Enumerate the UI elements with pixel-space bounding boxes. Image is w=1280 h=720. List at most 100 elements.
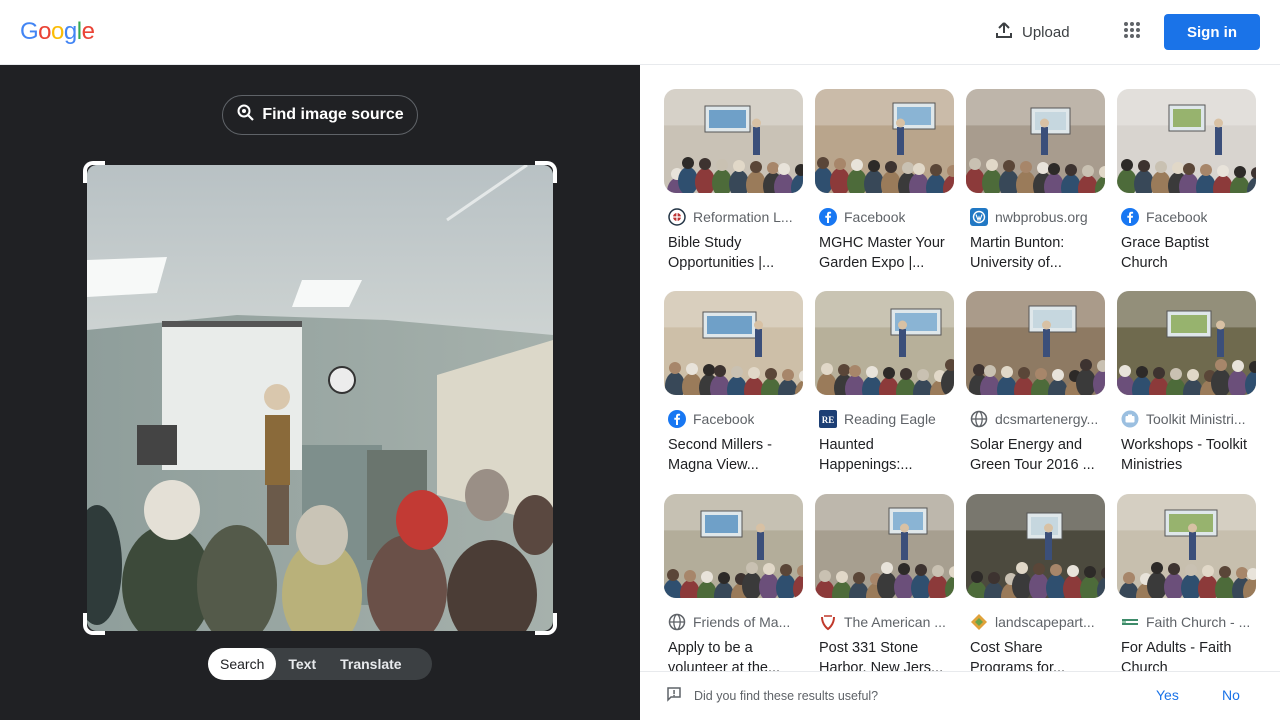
result-card[interactable]: Friends of Ma... Apply to be a volunteer … bbox=[664, 494, 803, 678]
sign-in-button[interactable]: Sign in bbox=[1164, 14, 1260, 50]
svg-text:RE: RE bbox=[822, 415, 835, 425]
facebook-icon bbox=[668, 410, 686, 428]
feedback-bar: Did you find these results useful? Yes N… bbox=[640, 671, 1280, 720]
result-thumbnail[interactable] bbox=[966, 89, 1105, 193]
result-source: Faith Church - ... bbox=[1117, 612, 1256, 632]
result-title[interactable]: Bible Study Opportunities |... bbox=[664, 233, 803, 273]
facebook-icon bbox=[819, 208, 837, 226]
result-card[interactable]: dcsmartenergy... Solar Energy and Green T… bbox=[966, 291, 1105, 475]
globe-icon bbox=[668, 613, 686, 631]
wordpress-icon bbox=[970, 208, 988, 226]
result-thumbnail[interactable] bbox=[815, 494, 954, 598]
lens-search-icon bbox=[236, 103, 256, 128]
result-thumbnail[interactable] bbox=[1117, 494, 1256, 598]
upload-icon bbox=[994, 20, 1014, 44]
result-card[interactable]: Faith Church - ... For Adults - Faith Chu… bbox=[1117, 494, 1256, 678]
result-source: Toolkit Ministri... bbox=[1117, 409, 1256, 429]
lens-mode-tabs: Search Text Translate bbox=[208, 648, 432, 680]
result-source-name: Friends of Ma... bbox=[693, 614, 791, 630]
logo-letter: G bbox=[20, 18, 39, 45]
result-source-name: Toolkit Ministri... bbox=[1146, 411, 1246, 427]
crop-handle-bottom-right[interactable] bbox=[535, 613, 557, 635]
crop-handle-top-right[interactable] bbox=[535, 161, 557, 183]
upload-label: Upload bbox=[1022, 23, 1070, 41]
result-source-name: Facebook bbox=[1146, 209, 1208, 225]
crop-handle-bottom-left[interactable] bbox=[83, 613, 105, 635]
query-photo bbox=[87, 165, 553, 631]
result-source-name: dcsmartenergy... bbox=[995, 411, 1099, 427]
result-card[interactable]: Facebook MGHC Master Your Garden Expo |..… bbox=[815, 89, 954, 273]
result-source-name: The American ... bbox=[844, 614, 946, 630]
tab-search[interactable]: Search bbox=[208, 648, 277, 680]
result-source-name: nwbprobus.org bbox=[995, 209, 1088, 225]
result-source-name: Reformation L... bbox=[693, 209, 793, 225]
result-thumbnail[interactable] bbox=[1117, 89, 1256, 193]
feedback-question: Did you find these results useful? bbox=[694, 689, 879, 703]
result-source: Facebook bbox=[815, 207, 954, 227]
toolkit-icon bbox=[1121, 410, 1139, 428]
result-source: landscapepart... bbox=[966, 612, 1105, 632]
american-legion-icon bbox=[819, 613, 837, 631]
feedback-icon bbox=[666, 686, 682, 707]
result-card[interactable]: Facebook Second Millers - Magna View... bbox=[664, 291, 803, 475]
crop-handle-top-left[interactable] bbox=[83, 161, 105, 183]
apps-grid-icon bbox=[1123, 21, 1141, 44]
facebook-icon bbox=[1121, 208, 1139, 226]
top-bar: Google Upload Sign in bbox=[0, 0, 1280, 65]
result-source: dcsmartenergy... bbox=[966, 409, 1105, 429]
query-image-pane: Find image source Search Text Translate bbox=[0, 65, 640, 720]
result-thumbnail[interactable] bbox=[1117, 291, 1256, 395]
result-title[interactable]: Solar Energy and Green Tour 2016 ... bbox=[966, 435, 1105, 475]
upload-button[interactable]: Upload bbox=[984, 14, 1080, 50]
logo-letter: o bbox=[38, 18, 52, 45]
crop-selection[interactable] bbox=[83, 161, 557, 635]
result-source: Facebook bbox=[1117, 207, 1256, 227]
visual-matches-pane: Reformation L... Bible Study Opportunitie… bbox=[640, 65, 1280, 720]
tab-translate[interactable]: Translate bbox=[328, 648, 413, 680]
result-source: nwbprobus.org bbox=[966, 207, 1105, 227]
result-card[interactable]: landscapepart... Cost Share Programs for.… bbox=[966, 494, 1105, 678]
result-source: Friends of Ma... bbox=[664, 612, 803, 632]
result-title[interactable]: Workshops - Toolkit Ministries bbox=[1117, 435, 1256, 475]
result-thumbnail[interactable] bbox=[664, 291, 803, 395]
result-thumbnail[interactable] bbox=[664, 494, 803, 598]
result-card[interactable]: Toolkit Ministri... Workshops - Toolkit M… bbox=[1117, 291, 1256, 475]
tab-text[interactable]: Text bbox=[276, 648, 328, 680]
result-title[interactable]: Grace Baptist Church bbox=[1117, 233, 1256, 273]
result-source-name: Facebook bbox=[693, 411, 755, 427]
result-title[interactable]: MGHC Master Your Garden Expo |... bbox=[815, 233, 954, 273]
result-title[interactable]: Martin Bunton: University of... bbox=[966, 233, 1105, 273]
result-source-name: Faith Church - ... bbox=[1146, 614, 1251, 630]
result-source-name: landscapepart... bbox=[995, 614, 1095, 630]
result-thumbnail[interactable] bbox=[815, 89, 954, 193]
result-card[interactable]: Facebook Grace Baptist Church bbox=[1117, 89, 1256, 273]
result-source-name: Facebook bbox=[844, 209, 906, 225]
google-logo[interactable]: Google bbox=[20, 18, 95, 46]
google-apps-button[interactable] bbox=[1116, 16, 1148, 48]
result-card[interactable]: The American ... Post 331 Stone Harbor, N… bbox=[815, 494, 954, 678]
result-source: RE Reading Eagle bbox=[815, 409, 954, 429]
feedback-no-button[interactable]: No bbox=[1222, 687, 1240, 703]
faith-church-icon bbox=[1121, 613, 1139, 631]
result-title[interactable]: Second Millers - Magna View... bbox=[664, 435, 803, 475]
result-thumbnail[interactable] bbox=[966, 494, 1105, 598]
result-title[interactable]: Haunted Happenings:... bbox=[815, 435, 954, 475]
find-image-source-label: Find image source bbox=[262, 106, 404, 123]
feedback-yes-button[interactable]: Yes bbox=[1156, 687, 1179, 703]
result-thumbnail[interactable] bbox=[966, 291, 1105, 395]
find-image-source-button[interactable]: Find image source bbox=[222, 95, 418, 135]
logo-letter: e bbox=[81, 18, 95, 45]
result-card[interactable]: RE Reading Eagle Haunted Happenings:... bbox=[815, 291, 954, 475]
globe-icon bbox=[970, 410, 988, 428]
result-card[interactable]: Reformation L... Bible Study Opportunitie… bbox=[664, 89, 803, 273]
result-source: The American ... bbox=[815, 612, 954, 632]
result-card[interactable]: nwbprobus.org Martin Bunton: University o… bbox=[966, 89, 1105, 273]
logo-letter: g bbox=[63, 18, 77, 45]
result-thumbnail[interactable] bbox=[815, 291, 954, 395]
reading-eagle-icon: RE bbox=[819, 410, 837, 428]
reformation-logo-icon bbox=[668, 208, 686, 226]
result-thumbnail[interactable] bbox=[664, 89, 803, 193]
result-source-name: Reading Eagle bbox=[844, 411, 936, 427]
result-source: Facebook bbox=[664, 409, 803, 429]
landscape-icon bbox=[970, 613, 988, 631]
